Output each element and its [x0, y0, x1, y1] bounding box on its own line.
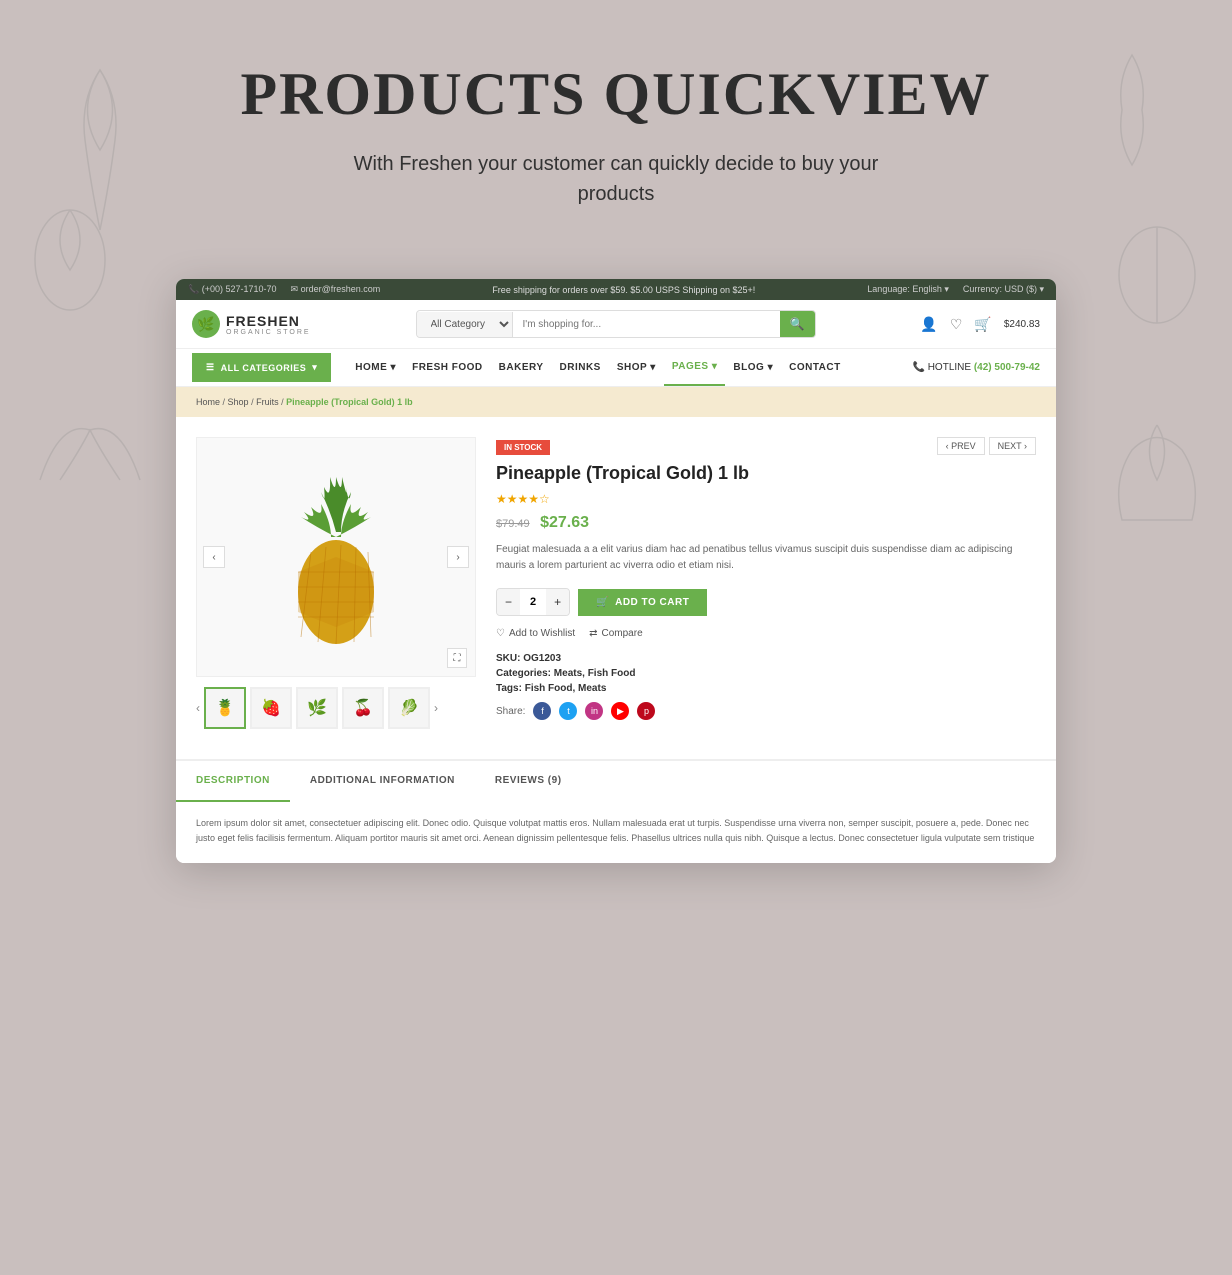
breadcrumb-current: Pineapple (Tropical Gold) 1 lb [286, 397, 413, 407]
breadcrumb-fruits[interactable]: Fruits [256, 397, 279, 407]
search-input[interactable] [513, 313, 780, 336]
all-categories-button[interactable]: ☰ ALL CATEGORIES ▾ [192, 353, 331, 382]
product-image [276, 462, 396, 652]
quantity-control: − 2 + [496, 588, 570, 616]
nav-fresh-food[interactable]: FRESH FOOD [404, 350, 491, 385]
nav-contact[interactable]: CONTACT [781, 350, 849, 385]
shipping-info: Free shipping for orders over $59. $5.00… [492, 285, 755, 295]
tab-reviews[interactable]: REVIEWS (9) [475, 761, 582, 802]
thumbnail-strip: ‹ 🍍 🍓 🌿 🍒 🥬 › [196, 687, 476, 729]
product-title: Pineapple (Tropical Gold) 1 lb [496, 463, 1036, 484]
gallery-next-button[interactable]: › [447, 546, 469, 568]
header-icons: 👤 ♡ 🛒 $240.83 [920, 316, 1040, 333]
tab-additional-info[interactable]: ADDITIONAL INFORMATION [290, 761, 475, 802]
qty-decrease-button[interactable]: − [497, 589, 520, 615]
nav-home[interactable]: HOME ▾ [347, 350, 404, 385]
product-gallery: ‹ [196, 437, 476, 729]
search-area: All Category 🔍 [416, 310, 816, 338]
old-price: $79.49 [496, 518, 530, 530]
language-selector[interactable]: Language: English ▾ [867, 284, 949, 295]
thumbnail-2[interactable]: 🍓 [250, 687, 292, 729]
product-info: ‹ PREV NEXT › IN STOCK Pineapple (Tropic… [496, 437, 1036, 729]
nav-bar: ☰ ALL CATEGORIES ▾ HOME ▾ FRESH FOOD BAK… [176, 349, 1056, 387]
cart-icon[interactable]: 🛒 [974, 316, 991, 333]
categories-meta: Categories: Meats, Fish Food [496, 668, 1036, 679]
new-price: $27.63 [540, 514, 589, 531]
hotline: 📞 HOTLINE (42) 500-79-42 [912, 362, 1040, 373]
wishlist-icon[interactable]: ♡ [950, 316, 963, 333]
facebook-share[interactable]: f [533, 702, 551, 720]
hero-subtitle: With Freshen your customer can quickly d… [316, 149, 916, 209]
compare-link[interactable]: ⇄ Compare [589, 628, 643, 639]
top-bar-left: 📞 (+00) 527-1710-70 ✉ order@freshen.com [188, 284, 380, 295]
product-main-image: ‹ [196, 437, 476, 677]
logo-sub: ORGANIC STORE [226, 329, 311, 336]
zoom-button[interactable]: ⛶ [447, 648, 467, 668]
logo-text: FRESHEN [226, 313, 311, 329]
twitter-share[interactable]: t [559, 702, 577, 720]
product-nav: ‹ PREV NEXT › [937, 437, 1036, 455]
tags-meta: Tags: Fish Food, Meats [496, 683, 1036, 694]
product-tabs: DESCRIPTION ADDITIONAL INFORMATION REVIE… [176, 759, 1056, 800]
prev-product-button[interactable]: ‹ PREV [937, 437, 985, 455]
price-area: $79.49 $27.63 [496, 514, 1036, 532]
add-to-cart-row: − 2 + 🛒 ADD TO CART [496, 588, 1036, 616]
product-stars: ★★★★☆ [496, 492, 1036, 506]
add-to-wishlist-link[interactable]: ♡ Add to Wishlist [496, 628, 575, 639]
nav-bakery[interactable]: BAKERY [491, 350, 552, 385]
add-to-cart-button[interactable]: 🛒 ADD TO CART [578, 589, 707, 616]
nav-drinks[interactable]: DRINKS [552, 350, 609, 385]
breadcrumb: Home / Shop / Fruits / Pineapple (Tropic… [176, 387, 1056, 417]
next-product-button[interactable]: NEXT › [989, 437, 1036, 455]
search-category-select[interactable]: All Category [417, 312, 513, 337]
product-section: ‹ [176, 417, 1056, 749]
logo[interactable]: 🌿 FRESHEN ORGANIC STORE [192, 310, 311, 338]
currency-selector[interactable]: Currency: USD ($) ▾ [963, 284, 1044, 295]
nav-blog[interactable]: BLOG ▾ [725, 350, 781, 385]
in-stock-badge: IN STOCK [496, 440, 550, 455]
nav-shop[interactable]: SHOP ▾ [609, 350, 664, 385]
header: 🌿 FRESHEN ORGANIC STORE All Category 🔍 👤… [176, 300, 1056, 349]
cart-amount: $240.83 [1004, 319, 1040, 330]
logo-icon: 🌿 [192, 310, 220, 338]
hero-section: PRODUCTS QUICKVIEW With Freshen your cus… [0, 0, 1232, 279]
browser-window: 📞 (+00) 527-1710-70 ✉ order@freshen.com … [176, 279, 1056, 863]
thumbnail-5[interactable]: 🥬 [388, 687, 430, 729]
sku-meta: SKU: OG1203 [496, 653, 1036, 664]
instagram-share[interactable]: in [585, 702, 603, 720]
user-icon[interactable]: 👤 [920, 316, 937, 333]
pinterest-share[interactable]: p [637, 702, 655, 720]
page-title: PRODUCTS QUICKVIEW [20, 60, 1212, 129]
product-description: Feugiat malesuada a a elit varius diam h… [496, 542, 1036, 574]
thumb-next-button[interactable]: › [434, 701, 438, 715]
tab-content: Lorem ipsum dolor sit amet, consectetuer… [176, 800, 1056, 863]
tab-description[interactable]: DESCRIPTION [176, 761, 290, 802]
qty-increase-button[interactable]: + [546, 589, 569, 615]
phone-info: 📞 (+00) 527-1710-70 [188, 284, 277, 295]
search-button[interactable]: 🔍 [780, 311, 815, 337]
quantity-value: 2 [520, 590, 546, 614]
gallery-prev-button[interactable]: ‹ [203, 546, 225, 568]
nav-links: HOME ▾ FRESH FOOD BAKERY DRINKS SHOP ▾ P… [347, 349, 912, 386]
top-bar: 📞 (+00) 527-1710-70 ✉ order@freshen.com … [176, 279, 1056, 300]
thumbnail-4[interactable]: 🍒 [342, 687, 384, 729]
breadcrumb-home[interactable]: Home [196, 397, 220, 407]
email-info: ✉ order@freshen.com [291, 284, 381, 295]
breadcrumb-shop[interactable]: Shop [228, 397, 249, 407]
top-bar-right: Language: English ▾ Currency: USD ($) ▾ [867, 284, 1044, 295]
wishlist-row: ♡ Add to Wishlist ⇄ Compare [496, 628, 1036, 639]
share-row: Share: f t in ▶ p [496, 702, 1036, 720]
thumb-prev-button[interactable]: ‹ [196, 701, 200, 715]
nav-pages[interactable]: PAGES ▾ [664, 349, 726, 386]
thumbnail-3[interactable]: 🌿 [296, 687, 338, 729]
youtube-share[interactable]: ▶ [611, 702, 629, 720]
thumbnail-1[interactable]: 🍍 [204, 687, 246, 729]
